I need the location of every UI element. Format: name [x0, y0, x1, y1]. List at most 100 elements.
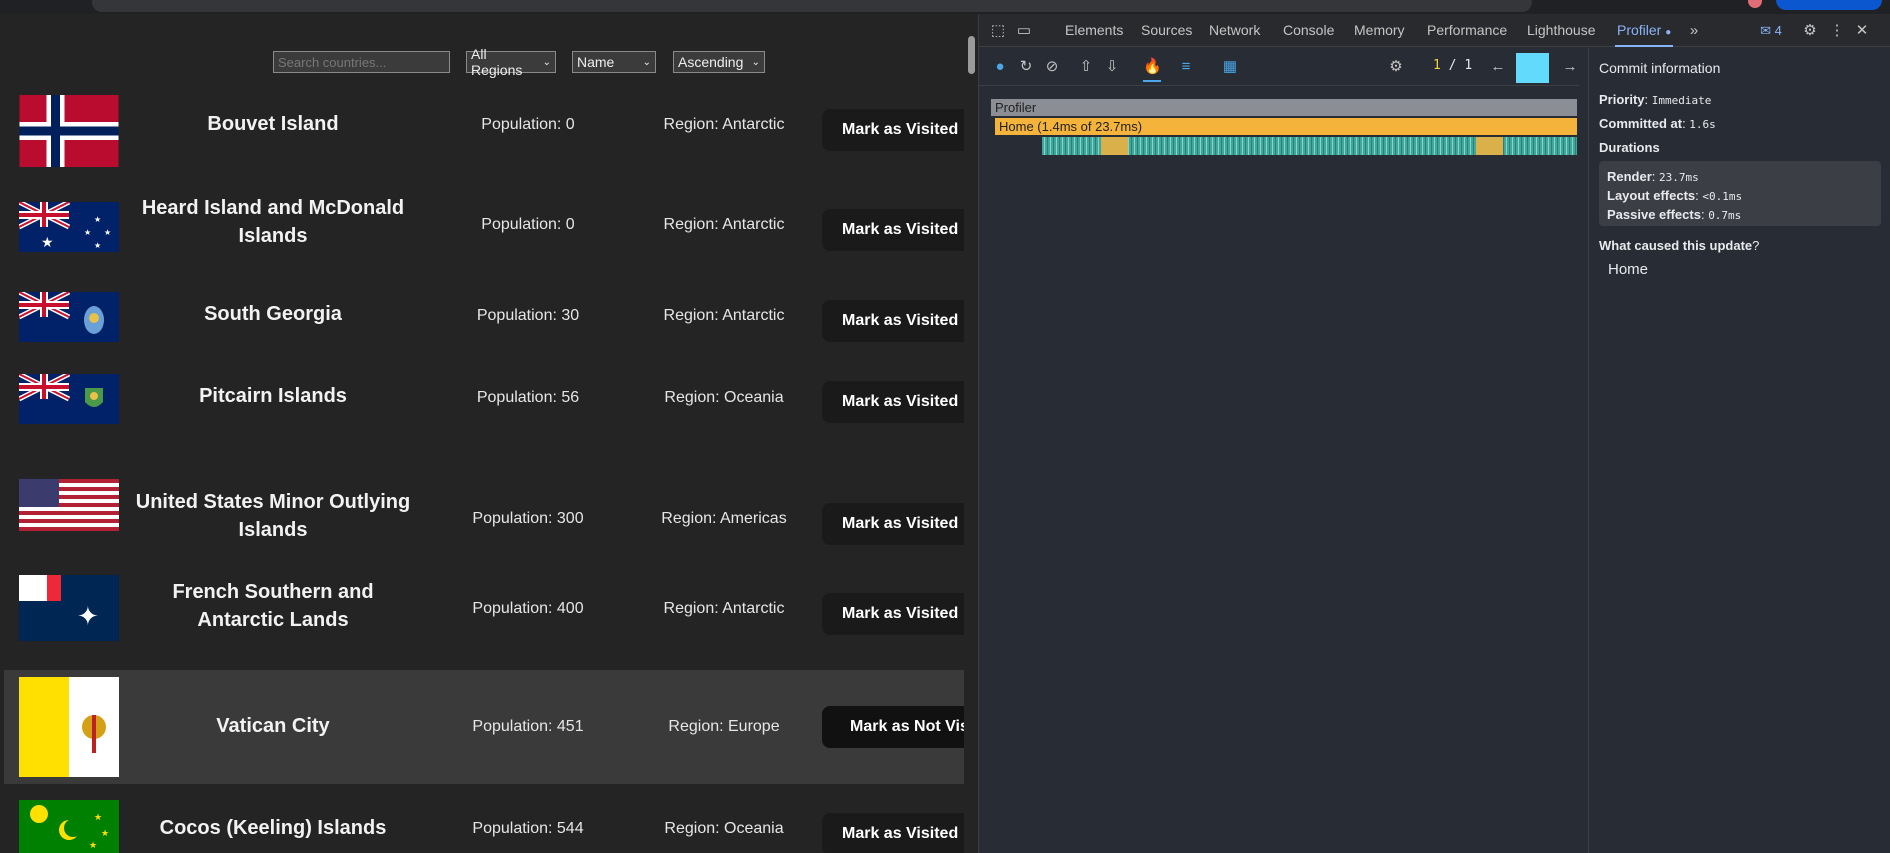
render-row: Render: 23.7ms: [1607, 169, 1699, 184]
committed-label: Committed at: [1599, 116, 1683, 131]
kebab-menu-icon[interactable]: ⋮: [1828, 22, 1846, 40]
flag-pitcairn: [19, 374, 119, 424]
country-region: Region: Antarctic: [663, 600, 785, 617]
commit-sep: /: [1448, 58, 1457, 73]
country-population: Population: 300: [472, 510, 584, 527]
cause-component[interactable]: Home: [1599, 261, 1881, 278]
upload-icon[interactable]: ⇧: [1077, 58, 1095, 76]
flag-vatican: [19, 677, 119, 777]
reload-profile-icon[interactable]: ↻: [1017, 58, 1035, 76]
device-toolbar-icon[interactable]: ▭: [1015, 22, 1033, 40]
next-commit-icon[interactable]: →: [1561, 58, 1579, 76]
flame-home-node[interactable]: Home (1.4ms of 23.7ms): [995, 118, 1577, 135]
flame-node-highlight[interactable]: [1101, 137, 1128, 155]
cause-label: What caused this update: [1599, 238, 1753, 253]
page-scrollbar[interactable]: [964, 14, 978, 853]
layout-label: Layout effects: [1607, 188, 1696, 203]
durations-label: Durations: [1599, 140, 1881, 155]
country-population: Population: 30: [476, 307, 580, 324]
country-population: Population: 451: [472, 718, 584, 735]
recording-dot-icon: ●: [1665, 27, 1672, 38]
mark-visited-button[interactable]: Mark as Visited: [822, 813, 978, 853]
tab-network[interactable]: Network: [1207, 14, 1262, 47]
svg-text:★: ★: [84, 228, 91, 237]
devtools-panel: ⬚ ▭ Elements Sources Network Console Mem…: [978, 14, 1890, 853]
address-bar[interactable]: [92, 0, 1532, 12]
committed-value: 1.6s: [1689, 118, 1716, 131]
flamegraph: Profiler Home (1.4ms of 23.7ms): [979, 87, 1588, 853]
tab-memory[interactable]: Memory: [1352, 14, 1407, 47]
mark-visited-button[interactable]: Mark as Visited: [822, 381, 978, 423]
render-value: 23.7ms: [1659, 171, 1699, 184]
flag-australia: ★ ★ ★ ★ ★: [19, 202, 119, 252]
tab-console[interactable]: Console: [1281, 14, 1336, 47]
country-population: Population: 0: [481, 116, 575, 133]
flame-node-highlight[interactable]: [1476, 137, 1503, 155]
passive-effects-row: Passive effects: 0.7ms: [1607, 207, 1742, 222]
flame-root-node[interactable]: Profiler: [991, 99, 1577, 116]
country-population: Population: 400: [472, 600, 584, 617]
search-input[interactable]: [273, 51, 450, 73]
tab-profiler[interactable]: Profiler ●: [1615, 14, 1674, 47]
priority-row: Priority: Immediate: [1599, 92, 1712, 107]
country-row: Pitcairn Islands Population: 56 Region: …: [4, 360, 978, 434]
priority-label: Priority: [1599, 92, 1645, 107]
tab-sources[interactable]: Sources: [1139, 14, 1194, 47]
country-name: Bouvet Island: [207, 113, 339, 135]
mark-visited-button[interactable]: Mark as Visited: [822, 109, 978, 151]
commit-counter: 1 / 1: [1433, 58, 1472, 73]
issues-badge[interactable]: ✉ 4: [1754, 22, 1788, 40]
download-icon[interactable]: ⇩: [1103, 58, 1121, 76]
prev-commit-icon[interactable]: ←: [1489, 58, 1507, 76]
profile-avatar-icon[interactable]: [1748, 0, 1762, 8]
profiler-toolbar: ● ↻ ⊘ ⇧ ⇩ 🔥 ≡ ▦ ⚙ 1 / 1 ← →: [979, 48, 1579, 86]
country-population: Population: 544: [472, 820, 584, 837]
chevron-down-icon: ⌄: [542, 56, 551, 68]
sort-order-select[interactable]: Ascending ⌄: [673, 51, 765, 73]
scrollbar-thumb[interactable]: [968, 36, 975, 74]
inspect-element-icon[interactable]: ⬚: [989, 22, 1007, 40]
country-region: Region: Oceania: [664, 820, 784, 837]
durations-box: Render: 23.7ms Layout effects: <0.1ms Pa…: [1599, 161, 1881, 226]
mark-visited-button[interactable]: Mark as Visited: [822, 209, 978, 251]
tab-performance[interactable]: Performance: [1425, 14, 1509, 47]
layout-value: <0.1ms: [1702, 190, 1743, 203]
clear-icon[interactable]: ⊘: [1043, 58, 1061, 76]
more-tabs-icon[interactable]: »: [1685, 22, 1703, 40]
country-name: Vatican City: [216, 715, 330, 737]
country-region: Region: Oceania: [664, 389, 784, 406]
mark-visited-button[interactable]: Mark as Visited: [822, 503, 978, 545]
tab-lighthouse[interactable]: Lighthouse: [1525, 14, 1598, 47]
committed-row: Committed at: 1.6s: [1599, 116, 1716, 131]
flag-south-georgia: [19, 292, 119, 342]
commit-info-panel: Commit information Priority: Immediate C…: [1588, 48, 1890, 853]
priority-value: Immediate: [1651, 94, 1712, 107]
svg-text:★: ★: [101, 828, 109, 838]
mark-not-visited-button[interactable]: Mark as Not Visited: [822, 706, 978, 748]
mark-visited-button[interactable]: Mark as Visited: [822, 300, 978, 342]
region-select[interactable]: All Regions ⌄: [466, 46, 556, 78]
timeline-icon[interactable]: ▦: [1221, 58, 1239, 76]
country-name: Cocos (Keeling) Islands: [159, 817, 387, 839]
svg-text:★: ★: [94, 241, 101, 250]
flamegraph-icon[interactable]: 🔥: [1143, 58, 1162, 82]
record-icon[interactable]: ●: [991, 58, 1009, 76]
tab-elements[interactable]: Elements: [1063, 14, 1125, 47]
commit-total: 1: [1464, 58, 1473, 73]
cause-heading: What caused this update?: [1599, 238, 1881, 253]
sort-field-select[interactable]: Name ⌄: [572, 51, 656, 73]
settings-gear-icon[interactable]: ⚙: [1387, 58, 1405, 76]
svg-text:✦: ✦: [77, 601, 99, 631]
gear-icon[interactable]: ⚙: [1801, 22, 1819, 40]
issues-count: 4: [1774, 23, 1782, 38]
sort-field-value: Name: [577, 54, 615, 70]
mark-visited-button[interactable]: Mark as Visited: [822, 593, 978, 635]
profile-button[interactable]: [1776, 0, 1882, 10]
close-icon[interactable]: ✕: [1853, 22, 1871, 40]
cause-question: ?: [1752, 238, 1760, 253]
flag-usa: [19, 479, 119, 531]
country-row: ✦ French Southern and Antarctic Lands Po…: [4, 544, 978, 664]
ranked-chart-icon[interactable]: ≡: [1177, 58, 1195, 76]
commit-bar[interactable]: [1516, 53, 1549, 83]
flag-cocos: ★ ★ ★: [19, 800, 119, 853]
